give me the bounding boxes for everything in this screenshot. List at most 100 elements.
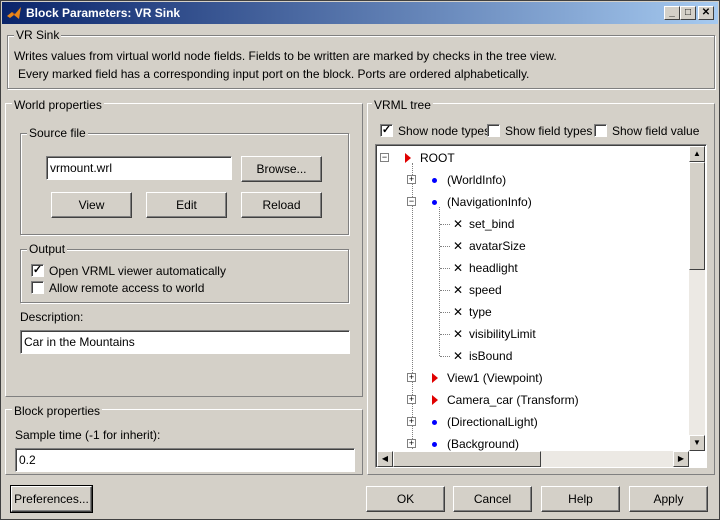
help-button[interactable]: Help [541,486,620,512]
tree-node[interactable]: ROOT [405,147,455,169]
show-field-value-checkbox[interactable] [594,124,607,137]
tree-node[interactable]: ✕ avatarSize [453,235,526,257]
vertical-scrollbar[interactable]: ▲ ▼ [689,146,705,451]
vrml-tree-title: VRML tree [372,98,433,112]
open-viewer-label: Open VRML viewer automatically [49,264,226,278]
collapse-icon[interactable]: − [407,197,416,206]
remote-access-label: Allow remote access to world [49,281,205,295]
horizontal-scroll-thumb[interactable] [393,451,541,467]
cancel-button[interactable]: Cancel [453,486,532,512]
source-file-group: Source file Browse... View Edit Reload [20,126,349,235]
sample-time-label: Sample time (-1 for inherit): [15,428,161,442]
minimize-icon[interactable]: _ [664,6,680,20]
x-mark-icon: ✕ [453,305,464,319]
expand-icon[interactable]: + [407,417,416,426]
blue-dot-icon [432,419,437,425]
show-node-types-label: Show node types [398,124,491,138]
close-icon[interactable]: ✕ [698,6,714,20]
tree-node-label: View1 (Viewpoint) [447,371,543,385]
tree-node-label: (DirectionalLight) [447,415,538,429]
red-triangle-icon [432,373,438,383]
edit-button[interactable]: Edit [146,192,227,218]
tree-node-label: set_bind [469,217,515,231]
x-mark-icon: ✕ [453,283,464,297]
apply-button[interactable]: Apply [629,486,708,512]
tree-node-label: headlight [469,261,518,275]
scroll-right-icon[interactable]: ▶ [673,451,689,467]
blue-dot-icon [432,199,437,205]
tree-node[interactable]: (DirectionalLight) [432,411,538,433]
expand-icon[interactable]: + [407,439,416,448]
source-file-input[interactable] [46,156,232,180]
sample-time-input[interactable] [15,448,355,472]
expand-icon[interactable]: + [407,175,416,184]
maximize-icon[interactable]: □ [680,6,696,20]
tree-node-label: avatarSize [469,239,526,253]
tree-node-label: Camera_car (Transform) [447,393,579,407]
window-title: Block Parameters: VR Sink [26,6,181,20]
vrml-tree-view[interactable]: − ROOT + (WorldInfo) − (NavigationInfo) ✕ set_b… [375,144,707,468]
tree-node[interactable]: ✕ speed [453,279,502,301]
tree-node-label: (WorldInfo) [447,173,507,187]
reload-button[interactable]: Reload [241,192,322,218]
tree-node[interactable]: (WorldInfo) [432,169,506,191]
show-field-types-checkbox[interactable] [487,124,500,137]
browse-button[interactable]: Browse... [241,156,322,182]
preferences-button[interactable]: Preferences... [10,485,93,513]
title-bar[interactable]: Block Parameters: VR Sink _ □ ✕ [2,2,718,24]
scroll-down-icon[interactable]: ▼ [689,435,705,451]
tree-node-label: (Background) [447,437,520,451]
description-line-2: Every marked field has a corresponding i… [18,67,530,81]
tree-line [440,246,450,247]
output-title: Output [27,242,68,256]
x-mark-icon: ✕ [453,261,464,275]
tree-node-label: isBound [469,349,513,363]
tree-node[interactable]: ✕ headlight [453,257,518,279]
show-node-types-checkbox[interactable]: ✓ [380,124,393,137]
x-mark-icon: ✕ [453,217,464,231]
expand-icon[interactable]: + [407,373,416,382]
tree-node[interactable]: ✕ isBound [453,345,512,367]
x-mark-icon: ✕ [453,349,464,363]
world-properties-panel: World properties Source file Browse... V… [5,98,363,397]
red-triangle-icon [405,153,411,163]
output-group: Output ✓ Open VRML viewer automatically … [20,242,349,303]
tree-node[interactable]: View1 (Viewpoint) [432,367,543,389]
horizontal-scrollbar[interactable]: ◀ ▶ [377,451,689,467]
x-mark-icon: ✕ [453,327,464,341]
open-viewer-checkbox[interactable]: ✓ [31,264,44,277]
source-file-title: Source file [27,126,88,140]
description-group-title: VR Sink [14,28,62,42]
tree-node[interactable]: ✕ visibilityLimit [453,323,536,345]
tree-node-label: speed [469,283,502,297]
tree-line [440,290,450,291]
scroll-thumb[interactable] [689,162,705,270]
scroll-up-icon[interactable]: ▲ [689,146,705,162]
tree-node-label: ROOT [420,151,455,165]
matlab-logo-icon [7,7,21,19]
blue-dot-icon [432,441,437,447]
tree-node[interactable]: ✕ type [453,301,492,323]
x-mark-icon: ✕ [453,239,464,253]
tree-line [440,356,450,357]
tree-node-label: (NavigationInfo) [447,195,532,209]
tree-node[interactable]: Camera_car (Transform) [432,389,579,411]
tree-line [440,334,450,335]
description-group: VR Sink Writes values from virtual world… [7,28,715,89]
show-field-types-label: Show field types [505,124,593,138]
tree-node-label: type [469,305,492,319]
tree-node[interactable]: ✕ set_bind [453,213,514,235]
tree-line [440,268,450,269]
remote-access-checkbox[interactable] [31,281,44,294]
collapse-icon[interactable]: − [380,153,389,162]
view-button[interactable]: View [51,192,132,218]
description-label: Description: [20,310,84,324]
tree-node[interactable]: (NavigationInfo) [432,191,532,213]
show-field-value-label: Show field value [612,124,700,138]
tree-node-label: visibilityLimit [469,327,536,341]
description-input[interactable] [20,330,350,354]
expand-icon[interactable]: + [407,395,416,404]
ok-button[interactable]: OK [366,486,445,512]
world-properties-title: World properties [12,98,104,112]
scroll-left-icon[interactable]: ◀ [377,451,393,467]
